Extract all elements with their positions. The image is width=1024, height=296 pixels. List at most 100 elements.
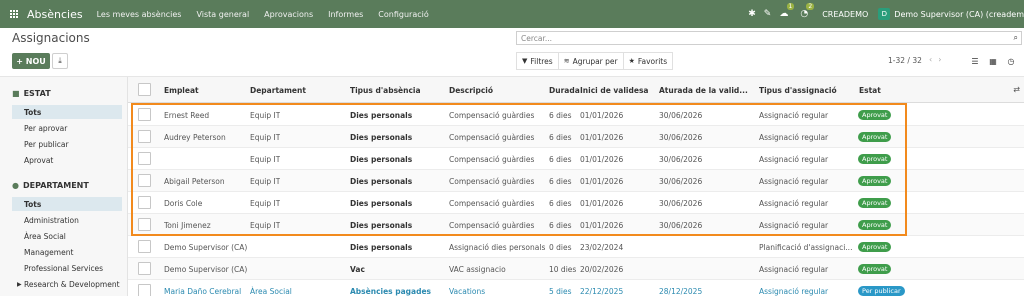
groupby-label: Agrupar per (572, 56, 618, 66)
cell-estat: Aprovat (858, 148, 892, 170)
col-departament[interactable]: Departament (250, 77, 306, 103)
kanban-view-icon[interactable]: ▦ (984, 52, 1002, 70)
favorites-label: Favorits (637, 56, 668, 66)
filter-dept-area-social[interactable]: Àrea Social (12, 229, 122, 243)
chevron-right-icon[interactable]: › (938, 55, 947, 64)
bug-icon[interactable]: ✱ (748, 9, 756, 19)
filter-dept-administration[interactable]: Administration (12, 213, 122, 227)
filters-button[interactable]: ▼ Filtres (516, 52, 559, 70)
filter-estat-tots[interactable]: Tots (12, 105, 122, 119)
table-row[interactable]: Maria Daño Cerebral Àrea Social Absències … (128, 280, 1024, 296)
pencil-icon[interactable]: ✎ (764, 9, 772, 19)
filter-estat-per-publicar[interactable]: Per publicar (12, 137, 122, 151)
table-row[interactable]: Demo Supervisor (CA) Vac VAC assignacio 10 … (128, 258, 1024, 280)
list-view-icon[interactable]: ☰ (966, 52, 984, 70)
col-durada[interactable]: Durada (549, 77, 580, 103)
cell-departament: Equip IT (250, 176, 281, 186)
caret-right-icon[interactable]: ▶ (17, 281, 22, 288)
filter-estat-per-aprovar[interactable]: Per aprovar (12, 121, 122, 135)
col-inici-validesa[interactable]: Inici de validesa (580, 77, 648, 103)
col-tipus-assignacio[interactable]: Tipus d'assignació (759, 77, 837, 103)
table-row[interactable]: Abigail Peterson Equip IT Dies personals Co… (128, 170, 1024, 192)
select-all-checkbox[interactable] (138, 83, 151, 96)
table-row[interactable]: Equip IT Dies personals Compensació guàrdi… (128, 148, 1024, 170)
company-switcher[interactable]: CREADEMO (822, 10, 868, 19)
table-row[interactable]: Demo Supervisor (CA) Dies personals Assign… (128, 236, 1024, 258)
filter-icon: ▼ (522, 57, 528, 65)
row-checkbox[interactable] (138, 152, 151, 165)
filter-dept-management[interactable]: Management (12, 245, 122, 259)
cell-aturada: 28/12/2025 (659, 286, 703, 296)
row-checkbox[interactable] (138, 262, 151, 275)
row-checkbox[interactable] (138, 174, 151, 187)
filter-dept-research-label: Research & Development (24, 279, 120, 289)
menu-aprovacions[interactable]: Aprovacions (264, 10, 313, 19)
chevron-left-icon[interactable]: ‹ (929, 55, 938, 64)
cell-descripcio: Compensació guàrdies (449, 132, 535, 142)
pager-arrows[interactable]: ‹› (929, 55, 947, 64)
status-badge: Aprovat (858, 110, 892, 120)
row-checkbox[interactable] (138, 108, 151, 121)
row-checkbox[interactable] (138, 240, 151, 253)
col-descripcio[interactable]: Descripció (449, 77, 493, 103)
search-panel: ■ ESTAT Tots Per aprovar Per publicar Apr… (0, 77, 128, 296)
table-row[interactable]: Toni Jimenez Equip IT Dies personals Compen… (128, 214, 1024, 236)
row-checkbox[interactable] (138, 196, 151, 209)
filter-estat-aprovat[interactable]: Aprovat (12, 153, 122, 167)
cell-aturada: 30/06/2026 (659, 176, 703, 186)
menu-vista-general[interactable]: Vista general (196, 10, 249, 19)
activity-view-icon[interactable]: ◷ (1002, 52, 1020, 70)
col-estat[interactable]: Estat (859, 77, 881, 103)
filter-dept-professional-services[interactable]: Professional Services (12, 261, 122, 275)
cell-inici: 23/02/2024 (580, 242, 624, 252)
col-tipus-absencia[interactable]: Tipus d'absència (350, 77, 421, 103)
app-title[interactable]: Absències (27, 8, 83, 21)
table-row[interactable]: Doris Cole Equip IT Dies personals Compensa… (128, 192, 1024, 214)
status-badge: Per publicar (858, 286, 905, 296)
table-row[interactable]: Audrey Peterson Equip IT Dies personals Com… (128, 126, 1024, 148)
optional-columns-icon[interactable]: ⇄ (1013, 85, 1020, 94)
col-aturada-validesa[interactable]: Aturada de la valid... (659, 77, 748, 103)
cell-tipus-assignacio: Assignació regular (759, 198, 829, 208)
estat-section-title: ■ ESTAT (12, 89, 51, 98)
menu-les-meves-absencies[interactable]: Les meves absències (97, 10, 182, 19)
cell-empleat: Audrey Peterson (164, 132, 226, 142)
table-row[interactable]: Ernest Reed Equip IT Dies personals Compens… (128, 104, 1024, 126)
filter-dept-tots[interactable]: Tots (12, 197, 122, 211)
download-button[interactable]: ⤓ (52, 53, 68, 69)
clock-icon[interactable]: ◔ 2 (800, 3, 815, 19)
cell-durada: 6 dies (549, 176, 572, 186)
pager-value[interactable]: 1-32 / 32 (888, 56, 922, 65)
cell-inici: 01/01/2026 (580, 176, 624, 186)
favorites-button[interactable]: ★ Favorits (622, 52, 674, 70)
cell-estat: Aprovat (858, 192, 892, 214)
search-input[interactable]: Cercar... ⌕ (516, 31, 1022, 45)
cell-tipus-assignacio: Assignació regular (759, 286, 829, 296)
department-title-label: DEPARTAMENT (22, 181, 89, 190)
menu-informes[interactable]: Informes (328, 10, 363, 19)
user-menu[interactable]: Demo Supervisor (CA) (creadem (894, 10, 1024, 19)
cell-estat: Aprovat (858, 126, 892, 148)
search-icon[interactable]: ⌕ (1014, 33, 1018, 43)
cell-tipus-assignacio: Assignació regular (759, 132, 829, 142)
cell-tipus-assignacio: Assignació regular (759, 110, 829, 120)
status-badge: Aprovat (858, 132, 892, 142)
row-checkbox[interactable] (138, 130, 151, 143)
avatar[interactable]: D (878, 8, 891, 20)
cell-empleat: Ernest Reed (164, 110, 210, 120)
filter-dept-research-development[interactable]: ▶ Research & Development (12, 277, 122, 291)
apps-menu-icon[interactable] (10, 9, 19, 19)
chat-icon[interactable]: ☁ 1 (779, 3, 795, 19)
menu-configuracio[interactable]: Configuració (378, 10, 428, 19)
cell-durada: 6 dies (549, 132, 572, 142)
groupby-button[interactable]: ≋ Agrupar per (557, 52, 624, 70)
col-empleat[interactable]: Empleat (164, 77, 199, 103)
row-checkbox[interactable] (138, 218, 151, 231)
cell-departament: Equip IT (250, 154, 281, 164)
new-button[interactable]: + NOU (12, 53, 50, 69)
cell-empleat: Toni Jimenez (164, 220, 211, 230)
search-placeholder: Cercar... (521, 34, 553, 43)
row-checkbox[interactable] (138, 284, 151, 296)
chat-count-badge: 1 (786, 3, 795, 10)
cell-empleat: Demo Supervisor (CA) (164, 264, 248, 274)
